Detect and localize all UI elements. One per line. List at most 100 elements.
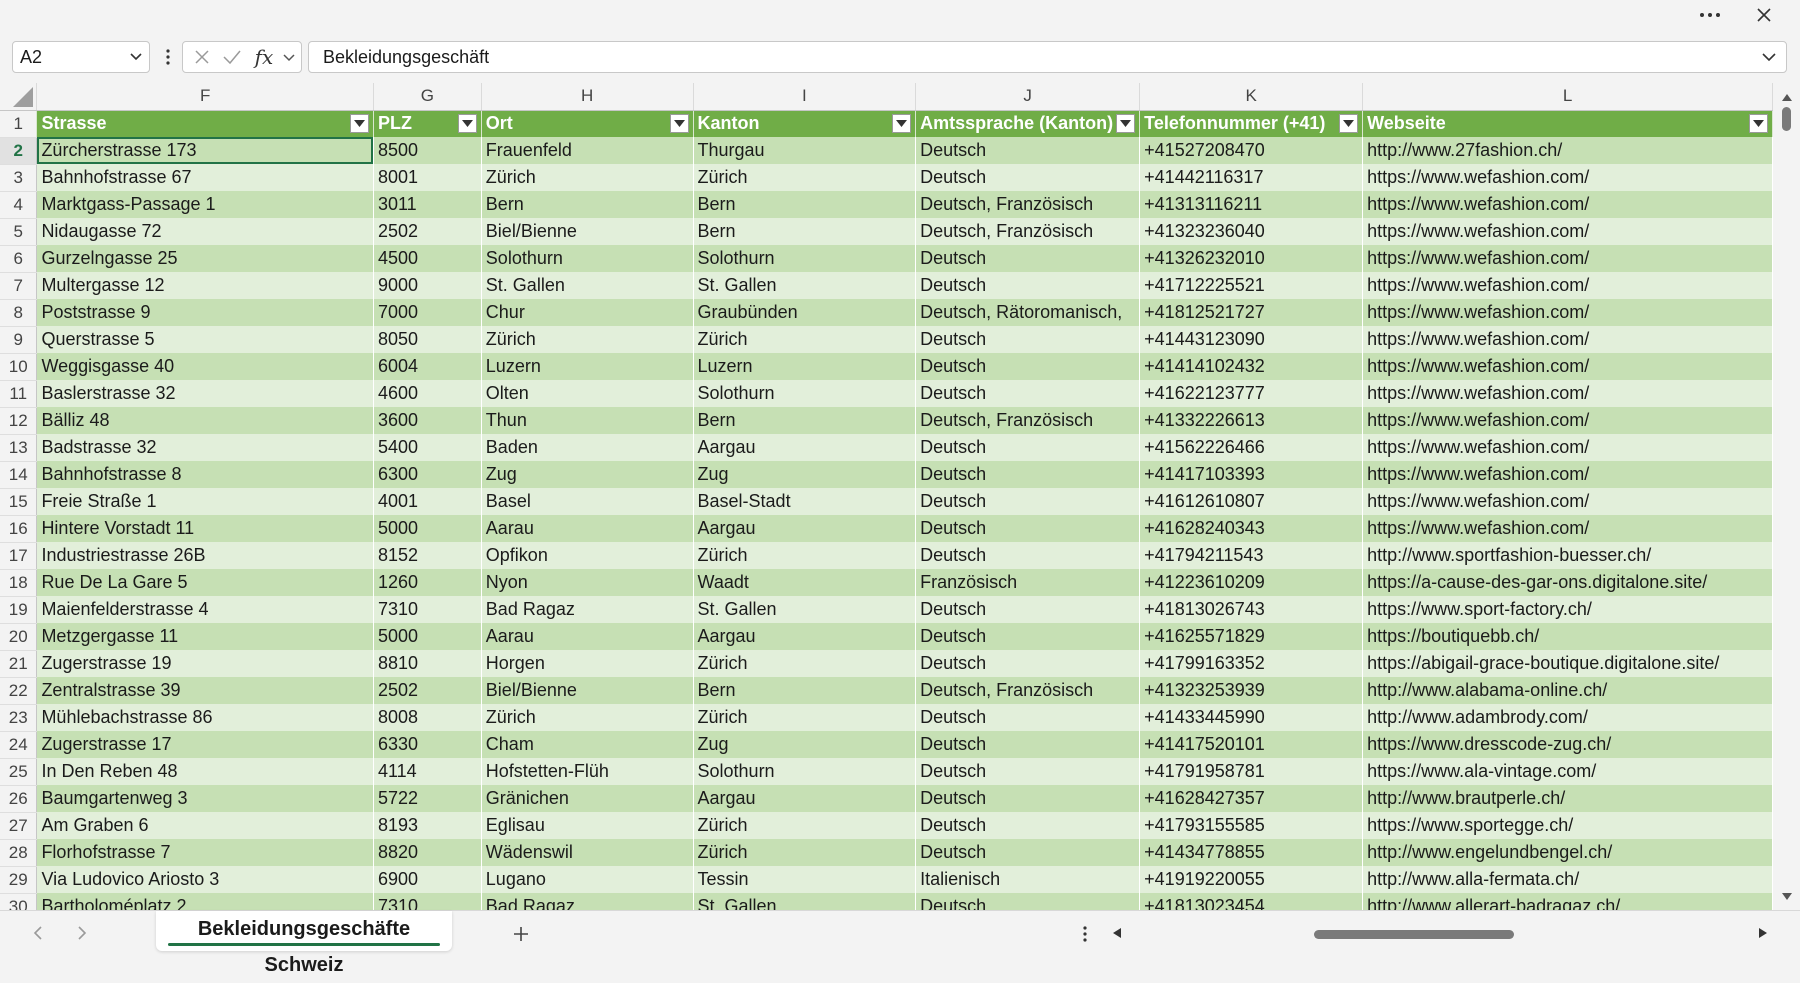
table-cell[interactable]: 1260: [373, 569, 482, 596]
row-number[interactable]: 30: [0, 893, 38, 910]
filter-dropdown-icon[interactable]: [1339, 113, 1359, 133]
table-cell[interactable]: Zürich: [693, 326, 917, 353]
row-number[interactable]: 19: [0, 596, 38, 624]
table-cell[interactable]: St. Gallen: [693, 272, 917, 299]
table-cell[interactable]: https://www.wefashion.com/: [1362, 326, 1773, 353]
row-number[interactable]: 27: [0, 812, 38, 840]
table-cell[interactable]: 6900: [373, 866, 482, 893]
table-cell[interactable]: Baslerstrasse 32: [36, 380, 374, 407]
table-cell[interactable]: Cham: [481, 731, 694, 758]
row-number[interactable]: 29: [0, 866, 38, 894]
table-cell[interactable]: 4600: [373, 380, 482, 407]
row-number[interactable]: 13: [0, 434, 38, 462]
row-number[interactable]: 4: [0, 191, 38, 219]
table-cell[interactable]: 4114: [373, 758, 482, 785]
row-number[interactable]: 25: [0, 758, 38, 786]
table-cell[interactable]: Deutsch: [915, 137, 1141, 164]
table-cell[interactable]: https://a-cause-des-gar-ons.digitalone.s…: [1362, 569, 1773, 596]
table-cell[interactable]: Gränichen: [481, 785, 694, 812]
table-cell[interactable]: 8193: [373, 812, 482, 839]
scroll-right-icon[interactable]: [1758, 927, 1768, 939]
table-cell[interactable]: Rue De La Gare 5: [36, 569, 374, 596]
table-cell[interactable]: Solothurn: [481, 245, 694, 272]
table-cell[interactable]: Nyon: [481, 569, 694, 596]
row-number[interactable]: 23: [0, 704, 38, 732]
table-cell[interactable]: Bern: [693, 218, 917, 245]
filter-dropdown-icon[interactable]: [457, 113, 477, 133]
table-cell[interactable]: Solothurn: [693, 380, 917, 407]
table-cell[interactable]: Freie Straße 1: [36, 488, 374, 515]
expand-formula-bar-icon[interactable]: [1760, 42, 1778, 81]
table-cell[interactable]: +41799163352: [1139, 650, 1364, 677]
table-cell[interactable]: +41812521727: [1139, 299, 1364, 326]
row-number[interactable]: 21: [0, 650, 38, 678]
table-cell[interactable]: Poststrasse 9: [36, 299, 374, 326]
table-cell[interactable]: http://www.brautperle.ch/: [1362, 785, 1773, 812]
table-cell[interactable]: Olten: [481, 380, 694, 407]
table-header-cell[interactable]: Ort: [481, 110, 694, 137]
table-cell[interactable]: Aargau: [693, 785, 917, 812]
table-cell[interactable]: 2502: [373, 677, 482, 704]
table-cell[interactable]: Thurgau: [693, 137, 917, 164]
column-header[interactable]: K: [1139, 83, 1364, 111]
table-cell[interactable]: Thun: [481, 407, 694, 434]
table-cell[interactable]: Bern: [693, 191, 917, 218]
table-cell[interactable]: http://www.sportfashion-buesser.ch/: [1362, 542, 1773, 569]
table-cell[interactable]: Marktgass-Passage 1: [36, 191, 374, 218]
table-cell[interactable]: Bad Ragaz: [481, 893, 694, 910]
next-sheet-icon[interactable]: [72, 923, 92, 943]
row-number[interactable]: 7: [0, 272, 38, 300]
table-cell[interactable]: +41414102432: [1139, 353, 1364, 380]
table-cell[interactable]: Solothurn: [693, 245, 917, 272]
row-number[interactable]: 5: [0, 218, 38, 246]
table-cell[interactable]: Badstrasse 32: [36, 434, 374, 461]
row-number[interactable]: 18: [0, 569, 38, 597]
table-cell[interactable]: https://www.wefashion.com/: [1362, 353, 1773, 380]
table-cell[interactable]: +41793155585: [1139, 812, 1364, 839]
row-number[interactable]: 16: [0, 515, 38, 543]
column-header[interactable]: H: [481, 83, 694, 111]
table-cell[interactable]: Metzgergasse 11: [36, 623, 374, 650]
row-number[interactable]: 24: [0, 731, 38, 759]
horizontal-scrollbar[interactable]: [1110, 919, 1770, 947]
table-cell[interactable]: Weggisgasse 40: [36, 353, 374, 380]
table-cell[interactable]: Lugano: [481, 866, 694, 893]
table-cell[interactable]: 7000: [373, 299, 482, 326]
name-box[interactable]: A2: [12, 41, 150, 73]
table-cell[interactable]: +41622123777: [1139, 380, 1364, 407]
table-cell[interactable]: https://boutiquebb.ch/: [1362, 623, 1773, 650]
table-cell[interactable]: 8008: [373, 704, 482, 731]
table-cell[interactable]: Waadt: [693, 569, 917, 596]
row-number[interactable]: 22: [0, 677, 38, 705]
table-cell[interactable]: http://www.alla-fermata.ch/: [1362, 866, 1773, 893]
table-cell[interactable]: 5000: [373, 623, 482, 650]
table-cell[interactable]: Graubünden: [693, 299, 917, 326]
table-cell[interactable]: +41332226613: [1139, 407, 1364, 434]
table-cell[interactable]: +41442116317: [1139, 164, 1364, 191]
table-cell[interactable]: https://www.wefashion.com/: [1362, 488, 1773, 515]
vertical-dots-icon[interactable]: [161, 42, 175, 72]
table-cell[interactable]: Tessin: [693, 866, 917, 893]
table-cell[interactable]: Deutsch: [915, 812, 1141, 839]
table-cell[interactable]: +41562226466: [1139, 434, 1364, 461]
filter-dropdown-icon[interactable]: [669, 113, 689, 133]
table-cell[interactable]: 5722: [373, 785, 482, 812]
table-cell[interactable]: Hintere Vorstadt 11: [36, 515, 374, 542]
table-cell[interactable]: Zug: [693, 731, 917, 758]
table-cell[interactable]: Deutsch: [915, 785, 1141, 812]
table-cell[interactable]: Deutsch, Französisch: [915, 218, 1141, 245]
table-cell[interactable]: Bälliz 48: [36, 407, 374, 434]
table-cell[interactable]: https://abigail-grace-boutique.digitalon…: [1362, 650, 1773, 677]
vertical-dots-icon[interactable]: [1078, 921, 1092, 947]
table-cell[interactable]: Horgen: [481, 650, 694, 677]
table-cell[interactable]: Deutsch: [915, 650, 1141, 677]
table-header-cell[interactable]: Amtssprache (Kanton): [915, 110, 1141, 137]
table-cell[interactable]: https://www.wefashion.com/: [1362, 299, 1773, 326]
table-cell[interactable]: Zürich: [693, 704, 917, 731]
table-cell[interactable]: Frauenfeld: [481, 137, 694, 164]
table-cell[interactable]: +41434778855: [1139, 839, 1364, 866]
table-cell[interactable]: +41323253939: [1139, 677, 1364, 704]
table-cell[interactable]: Chur: [481, 299, 694, 326]
table-cell[interactable]: Deutsch, Rätoromanisch,: [915, 299, 1141, 326]
table-cell[interactable]: 5400: [373, 434, 482, 461]
